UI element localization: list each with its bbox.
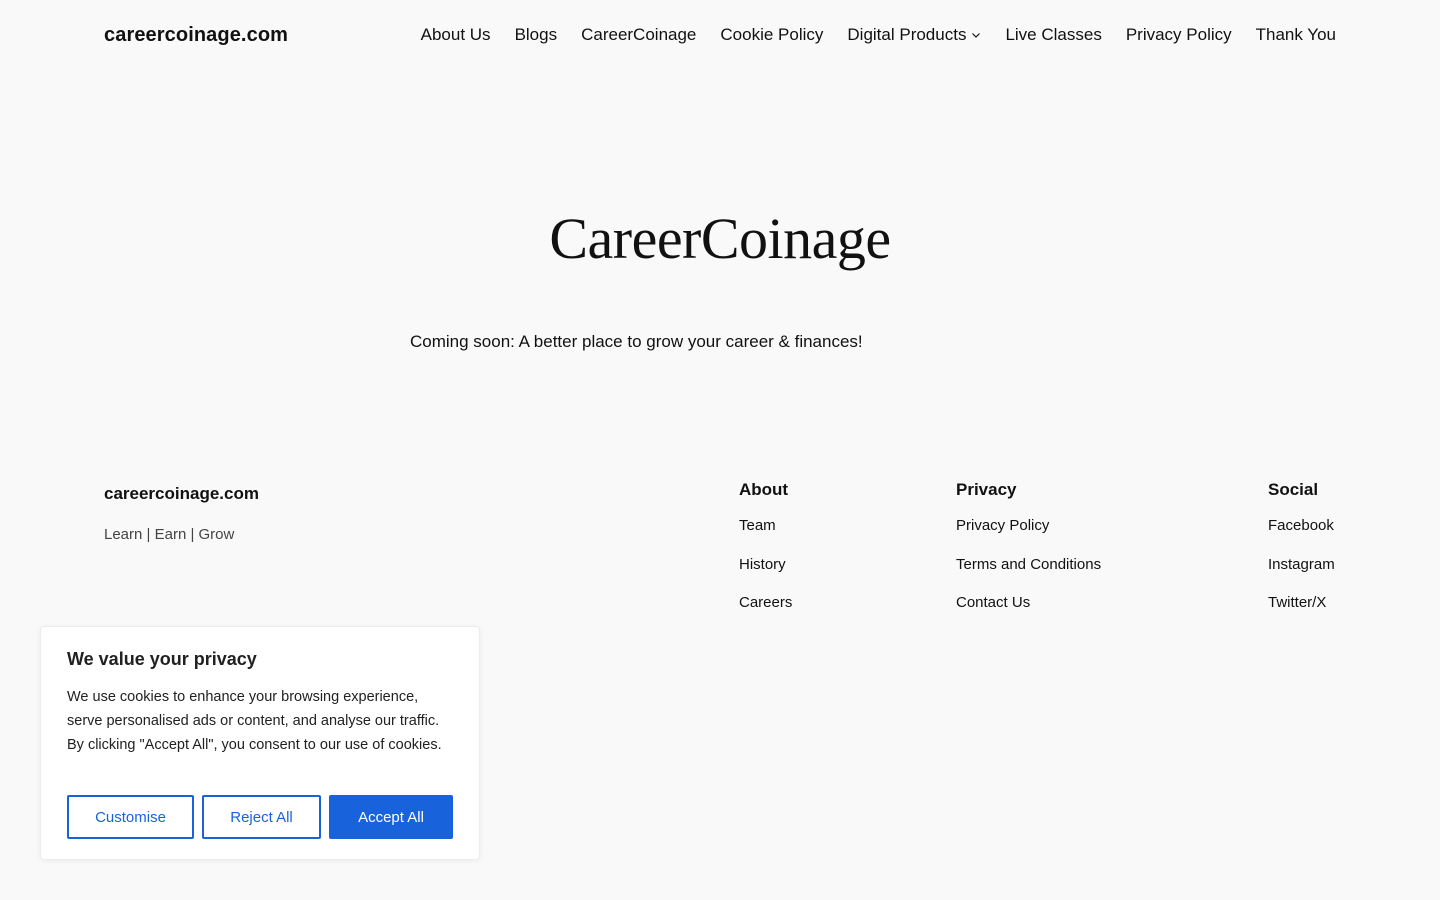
nav-item-digital-products-label: Digital Products [847, 25, 967, 44]
footer-link-instagram[interactable]: Instagram [1268, 556, 1335, 595]
nav-item-privacy-policy[interactable]: Privacy Policy [1126, 25, 1232, 45]
footer-column-privacy: Privacy Privacy Policy Terms and Conditi… [956, 480, 1101, 633]
nav-item-cookie-policy[interactable]: Cookie Policy [720, 25, 823, 45]
nav-item-careercoinage[interactable]: CareerCoinage [581, 25, 696, 45]
chevron-down-icon [972, 33, 981, 38]
site-title-link[interactable]: careercoinage.com [104, 24, 288, 47]
accept-all-button[interactable]: Accept All [329, 795, 453, 839]
footer-heading-privacy: Privacy [956, 480, 1017, 499]
nav-item-blogs[interactable]: Blogs [515, 25, 558, 45]
footer-heading-about: About [739, 480, 789, 499]
footer-column-about: About Team History Careers [739, 480, 792, 633]
footer-link-contact-us[interactable]: Contact Us [956, 594, 1101, 633]
footer-heading-social: Social [1268, 480, 1319, 499]
site-header: careercoinage.com About Us Blogs CareerC… [104, 14, 1336, 56]
nav-item-digital-products[interactable]: Digital Products [847, 25, 981, 45]
footer-link-team[interactable]: Team [739, 517, 792, 556]
page: careercoinage.com About Us Blogs CareerC… [0, 0, 1440, 900]
footer-link-twitter-x[interactable]: Twitter/X [1268, 594, 1335, 633]
footer-link-facebook[interactable]: Facebook [1268, 517, 1335, 556]
footer-link-history[interactable]: History [739, 556, 792, 595]
footer-link-terms-and-conditions[interactable]: Terms and Conditions [956, 556, 1101, 595]
footer-brand: careercoinage.com Learn | Earn | Grow [104, 484, 259, 543]
footer-tagline: Learn | Earn | Grow [104, 526, 235, 543]
cookie-banner-buttons: Customise Reject All Accept All [67, 795, 453, 839]
cookie-consent-banner: We value your privacy We use cookies to … [40, 626, 480, 860]
hero-tagline: Coming soon: A better place to grow your… [410, 332, 863, 351]
cookie-banner-text: We use cookies to enhance your browsing … [67, 689, 442, 753]
nav-item-thank-you[interactable]: Thank You [1256, 25, 1336, 45]
nav-item-live-classes[interactable]: Live Classes [1005, 25, 1101, 45]
footer-link-privacy-policy[interactable]: Privacy Policy [956, 517, 1101, 556]
main-navigation: About Us Blogs CareerCoinage Cookie Poli… [421, 25, 1336, 45]
customise-button[interactable]: Customise [67, 795, 194, 839]
footer-column-social: Social Facebook Instagram Twitter/X [1268, 480, 1335, 633]
hero-title: CareerCoinage [549, 206, 891, 271]
nav-item-about-us[interactable]: About Us [421, 25, 491, 45]
footer-site-title[interactable]: careercoinage.com [104, 484, 259, 504]
footer-link-careers[interactable]: Careers [739, 594, 792, 633]
reject-all-button[interactable]: Reject All [202, 795, 321, 839]
cookie-banner-title: We value your privacy [67, 649, 257, 669]
